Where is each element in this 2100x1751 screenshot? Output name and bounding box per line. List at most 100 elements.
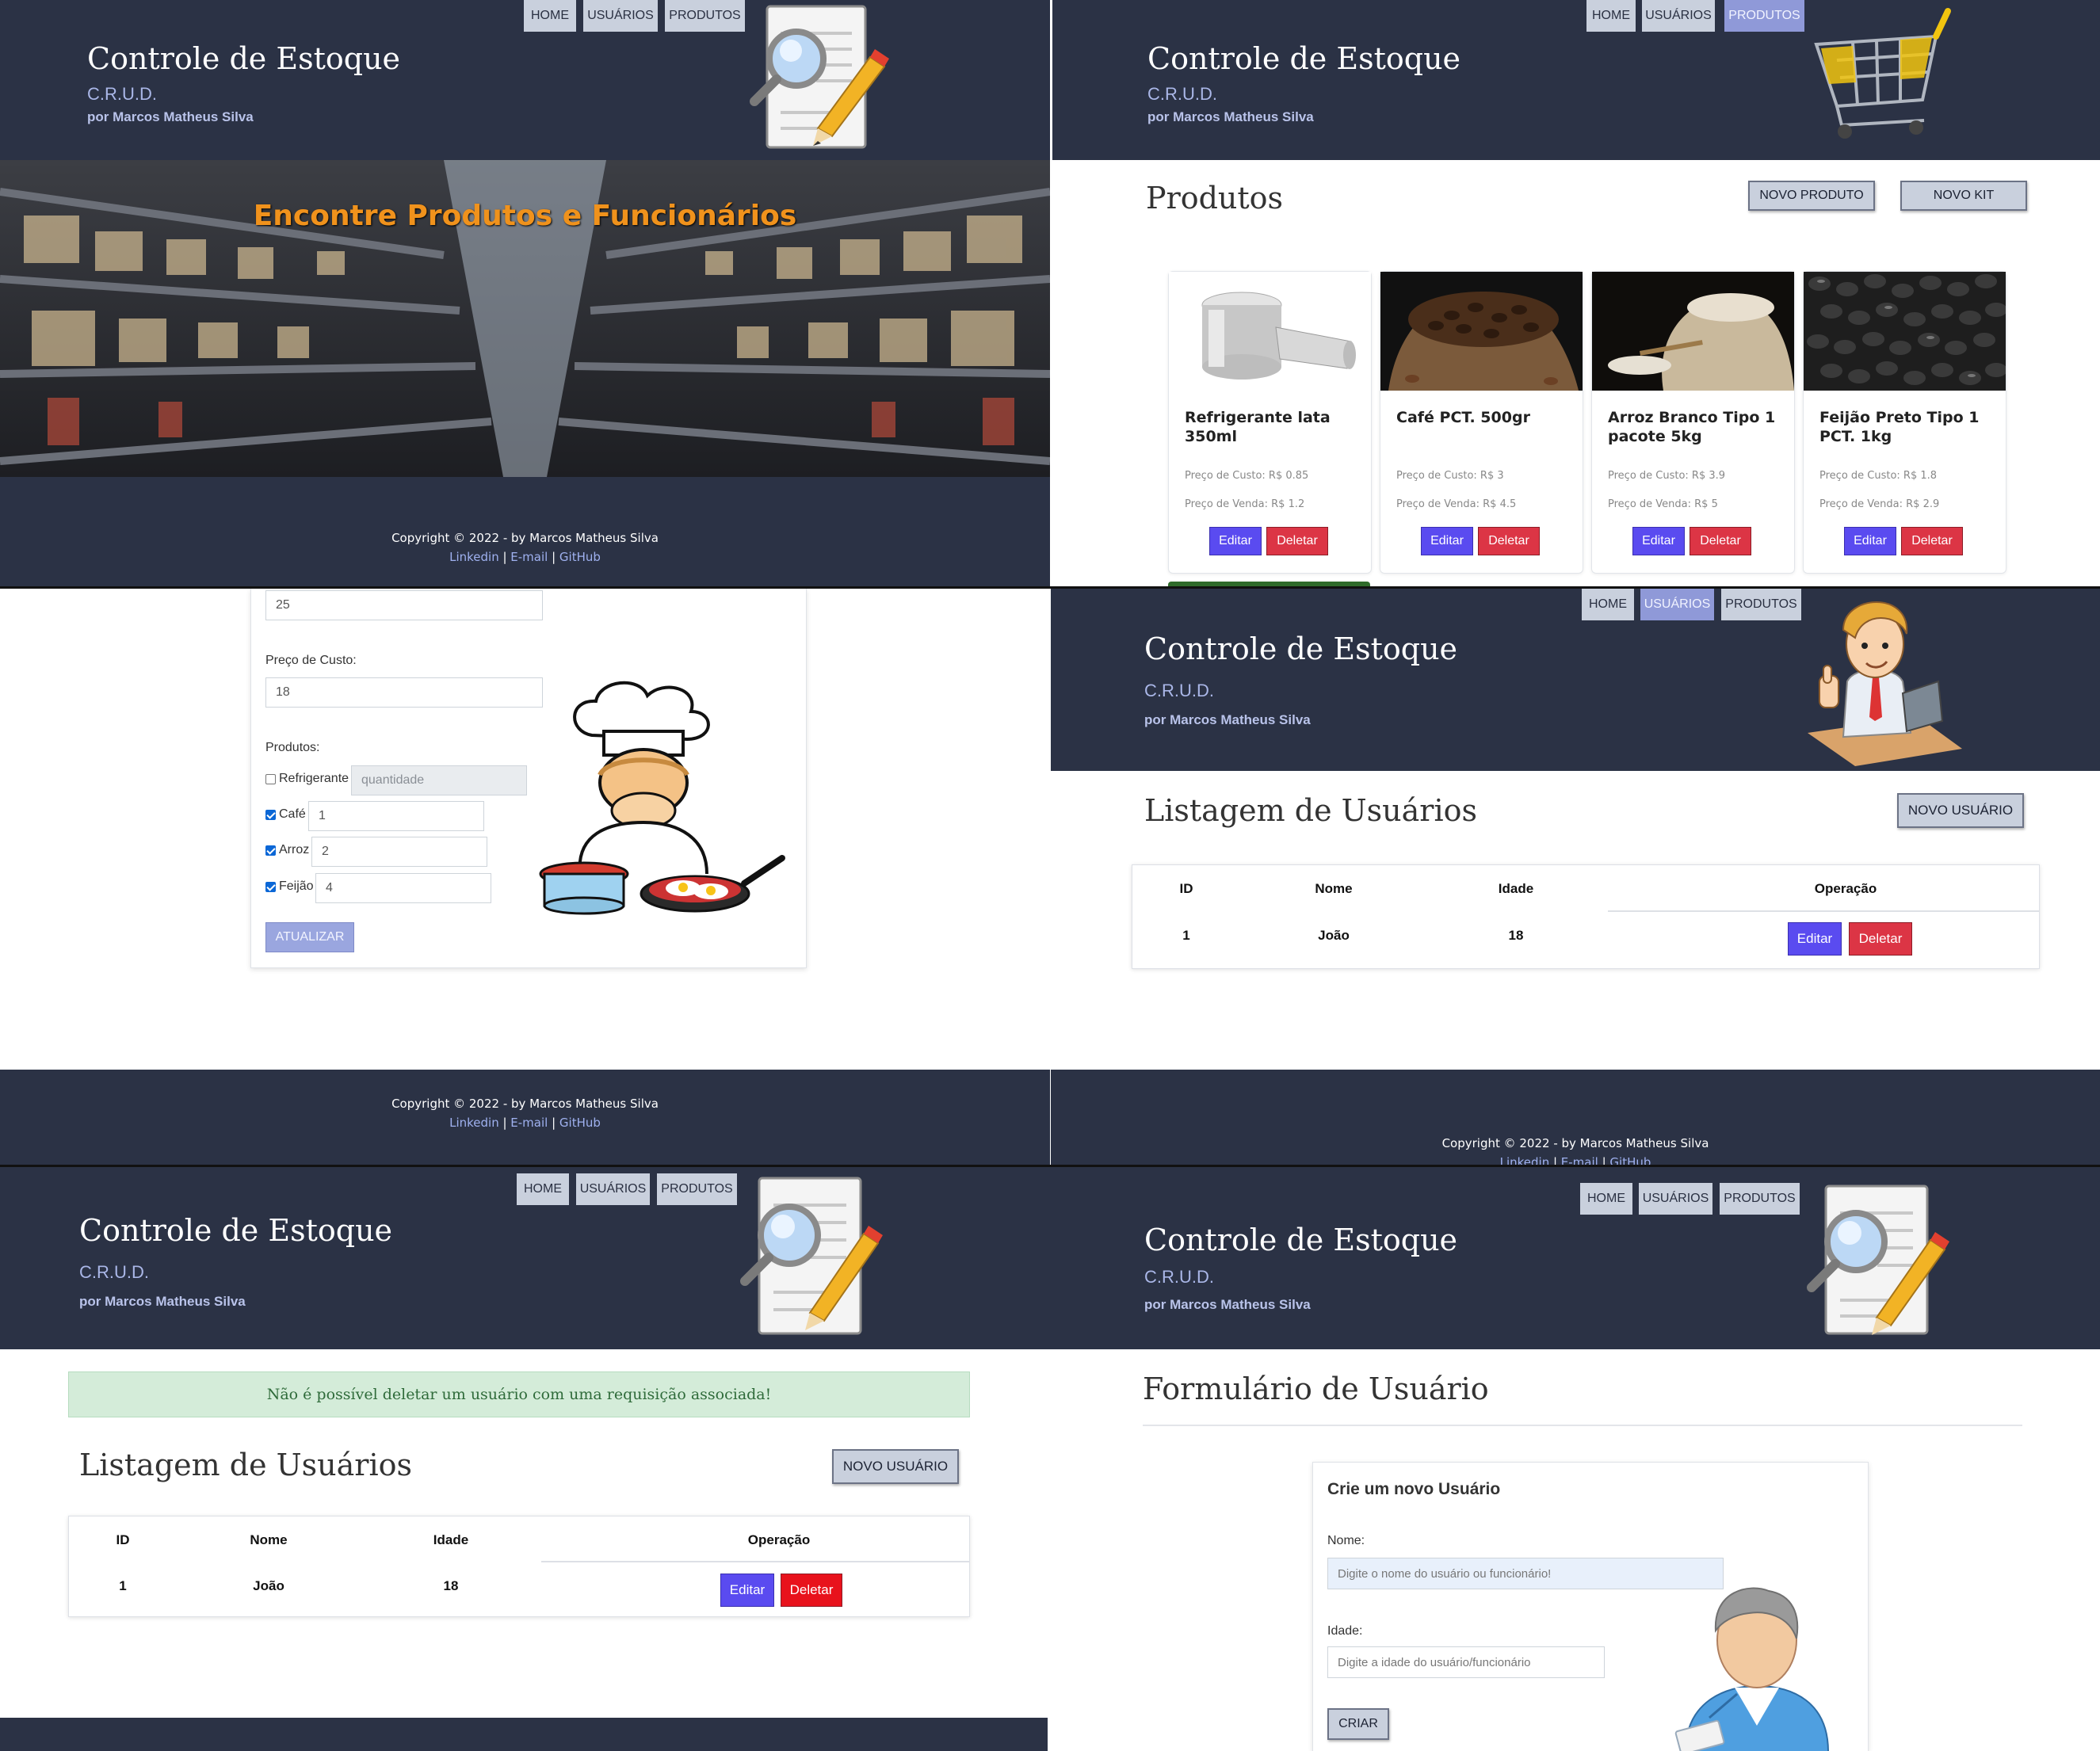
- edit-product-button[interactable]: Editar: [1844, 527, 1896, 555]
- footer-links: Linkedin | E-mail | GitHub: [0, 1116, 1050, 1130]
- age-label: Idade:: [1327, 1624, 1363, 1638]
- age-input[interactable]: Digite a idade do usuário/funcionário: [1327, 1646, 1605, 1678]
- nav-users[interactable]: USUÁRIOS: [1642, 0, 1715, 32]
- quantity-input-feijao[interactable]: 4: [315, 873, 491, 903]
- row-divider: [1608, 910, 2039, 912]
- checkbox-cafe[interactable]: [265, 810, 276, 820]
- row-divider: [541, 1561, 969, 1562]
- github-link[interactable]: GitHub: [559, 550, 601, 564]
- nav-home[interactable]: HOME: [1586, 0, 1636, 32]
- edit-user-button[interactable]: Editar: [1788, 922, 1842, 956]
- quantity-input-arroz[interactable]: 2: [311, 837, 487, 867]
- nav-home[interactable]: HOME: [1582, 589, 1634, 620]
- nav-products[interactable]: PRODUTOS: [665, 0, 745, 32]
- new-user-button[interactable]: NOVO USUÁRIO: [832, 1449, 959, 1484]
- linkedin-link[interactable]: Linkedin: [1500, 1155, 1550, 1165]
- site-header: HOME USUÁRIOS PRODUTOS Controle de Estoq…: [0, 1167, 1048, 1349]
- edit-product-button[interactable]: Editar: [1421, 527, 1473, 555]
- shopping-cart-icon: [1814, 8, 1951, 139]
- email-link[interactable]: E-mail: [510, 1116, 548, 1130]
- footer-sep: |: [548, 550, 559, 564]
- footer-links: Linkedin | E-mail | GitHub: [0, 550, 1050, 564]
- users-heading: Listagem de Usuários: [79, 1448, 412, 1482]
- user-age: 18: [1508, 928, 1524, 943]
- user-id: 1: [119, 1578, 127, 1593]
- delete-product-button[interactable]: Deletar: [1478, 527, 1540, 555]
- users-table: ID Nome Idade Operação 1 João 18 Editar …: [1132, 864, 2040, 969]
- form-card: 25 Preço de Custo: 18 Produtos: Refriger…: [250, 589, 807, 968]
- nav-users[interactable]: USUÁRIOS: [1640, 589, 1714, 620]
- delete-product-button[interactable]: Deletar: [1901, 527, 1963, 555]
- user-form-card: Crie um novo Usuário Nome: Digite o nome…: [1312, 1462, 1869, 1751]
- update-button[interactable]: ATUALIZAR: [265, 922, 354, 952]
- quantity-input[interactable]: 25: [265, 590, 543, 620]
- product-card: Café PCT. 500gr Preço de Custo: R$ 3 Pre…: [1380, 271, 1583, 574]
- checkbox-arroz[interactable]: [265, 845, 276, 856]
- column-header: Idade: [433, 1532, 469, 1547]
- delete-user-button[interactable]: Deletar: [1849, 922, 1912, 956]
- products-heading: Produtos: [1146, 181, 1284, 216]
- nav-products[interactable]: PRODUTOS: [1720, 1183, 1800, 1215]
- site-title: Controle de Estoque: [1144, 631, 1458, 666]
- edit-product-button[interactable]: Editar: [1209, 527, 1262, 555]
- new-user-button[interactable]: NOVO USUÁRIO: [1897, 793, 2024, 828]
- github-link[interactable]: GitHub: [1609, 1155, 1651, 1165]
- site-header: HOME USUÁRIOS PRODUTOS Controle de Estoq…: [1048, 1167, 2100, 1349]
- user-id: 1: [1182, 928, 1190, 943]
- nav-users[interactable]: USUÁRIOS: [1639, 1183, 1712, 1215]
- product-sale: Preço de Venda: R$ 5: [1608, 498, 1718, 510]
- linkedin-link[interactable]: Linkedin: [449, 550, 499, 564]
- nav-users[interactable]: USUÁRIOS: [583, 0, 658, 32]
- checkbox-refrigerante[interactable]: [265, 774, 276, 784]
- footer-sep: |: [498, 550, 511, 564]
- error-alert: Não é possível deletar um usuário com um…: [68, 1371, 970, 1417]
- search-document-icon: [750, 5, 889, 149]
- product-name: Feijão Preto Tipo 1 PCT. 1kg: [1819, 409, 1980, 445]
- nav-products[interactable]: PRODUTOS: [657, 1173, 737, 1205]
- heading-rule: [1143, 1425, 2022, 1426]
- email-link[interactable]: E-mail: [1561, 1155, 1598, 1165]
- column-header: Operação: [1814, 881, 1877, 896]
- column-header: ID: [1179, 881, 1193, 896]
- new-product-button[interactable]: NOVO PRODUTO: [1748, 181, 1875, 211]
- github-link[interactable]: GitHub: [559, 1116, 601, 1130]
- email-link[interactable]: E-mail: [510, 550, 548, 564]
- nav-products[interactable]: PRODUTOS: [1721, 589, 1801, 620]
- users-table: ID Nome Idade Operação 1 João 18 Editar …: [68, 1516, 970, 1617]
- nav-products[interactable]: PRODUTOS: [1724, 0, 1804, 32]
- footer-sep: |: [498, 1116, 511, 1130]
- site-header: HOME USUÁRIOS PRODUTOS Controle de Estoq…: [1052, 0, 2100, 160]
- product-card: Arroz Branco Tipo 1 pacote 5kg Preço de …: [1591, 271, 1795, 574]
- nav-home[interactable]: HOME: [517, 1173, 569, 1205]
- checkbox-feijao[interactable]: [265, 882, 276, 892]
- nav-home[interactable]: HOME: [1580, 1183, 1632, 1215]
- linkedin-link[interactable]: Linkedin: [449, 1116, 499, 1130]
- product-option-label: Feijão: [279, 879, 314, 893]
- product-name: Refrigerante lata 350ml: [1185, 409, 1331, 445]
- quantity-input-cafe[interactable]: 1: [308, 801, 484, 831]
- column-header: ID: [116, 1532, 130, 1547]
- delete-product-button[interactable]: Deletar: [1690, 527, 1751, 555]
- black-beans-icon: [1804, 272, 2006, 391]
- edit-product-button[interactable]: Editar: [1632, 527, 1685, 555]
- product-card: Feijão Preto Tipo 1 PCT. 1kg Preço de Cu…: [1803, 271, 2006, 574]
- office-worker-icon: [1808, 601, 1962, 766]
- delete-product-button[interactable]: Deletar: [1266, 527, 1328, 555]
- create-button[interactable]: CRIAR: [1327, 1708, 1389, 1740]
- site-subtitle: C.R.U.D.: [1144, 1267, 1214, 1287]
- search-document-icon: [740, 1177, 883, 1335]
- cost-input[interactable]: 18: [265, 677, 543, 708]
- users-heading: Listagem de Usuários: [1144, 793, 1477, 828]
- delete-user-button[interactable]: Deletar: [781, 1574, 842, 1607]
- product-option-label: Arroz: [279, 843, 310, 856]
- new-kit-button[interactable]: NOVO KIT: [1900, 181, 2027, 211]
- nav-users[interactable]: USUÁRIOS: [576, 1173, 650, 1205]
- nav-home[interactable]: HOME: [524, 0, 576, 32]
- site-footer: Copyright © 2022 - by Marcos Matheus Sil…: [0, 1070, 1050, 1165]
- edit-user-button[interactable]: Editar: [720, 1574, 774, 1607]
- product-name: Café PCT. 500gr: [1396, 409, 1530, 426]
- home-page-screenshot: HOME USUÁRIOS PRODUTOS Controle de Estoq…: [0, 0, 1050, 586]
- name-label: Nome:: [1327, 1534, 1365, 1547]
- site-author: por Marcos Matheus Silva: [1147, 109, 1314, 124]
- footer-sep: |: [1549, 1155, 1561, 1165]
